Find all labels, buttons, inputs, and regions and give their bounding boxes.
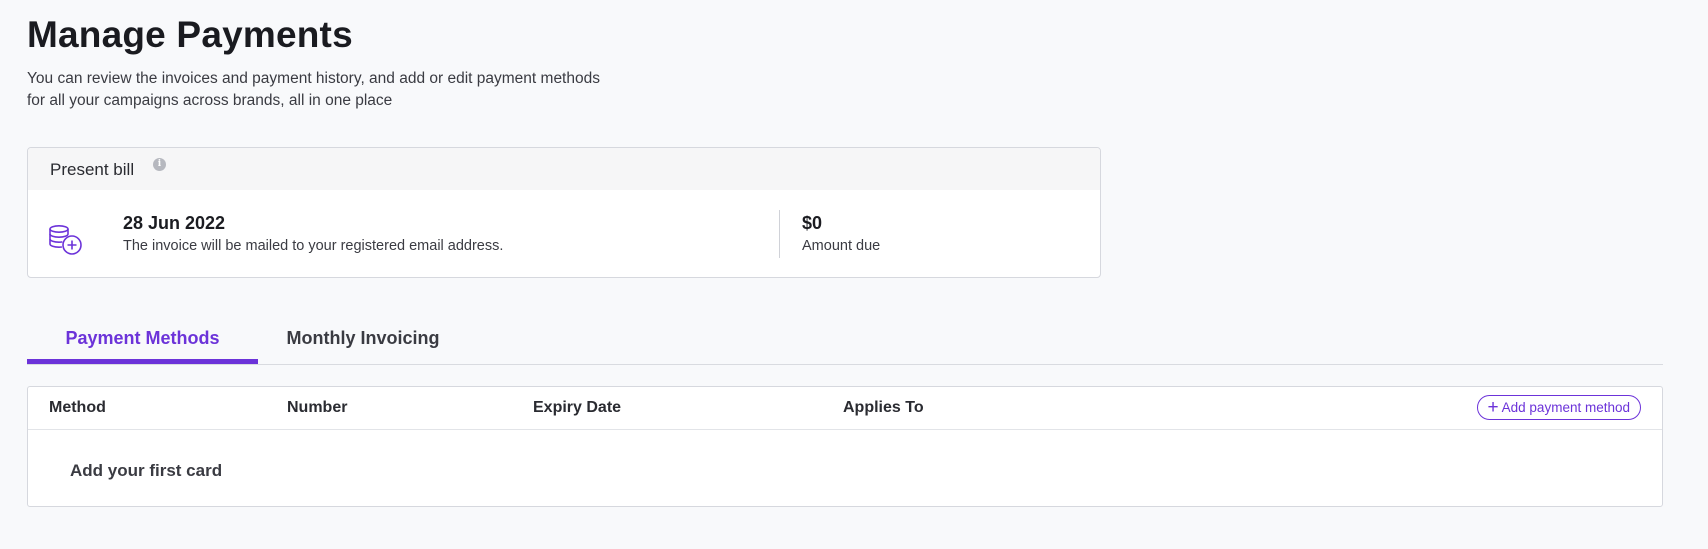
amount-due-value: $0 xyxy=(802,213,823,233)
column-header-applies-to: Applies To xyxy=(843,399,924,416)
add-payment-method-button[interactable]: + Add payment method xyxy=(1476,395,1641,420)
coins-add-icon xyxy=(49,224,82,255)
table-header: Method Number Expiry Date Applies To + A… xyxy=(28,387,1662,430)
plus-icon: + xyxy=(1487,397,1499,418)
page-subtitle-line-2: for all your campaigns across brands, al… xyxy=(27,91,393,109)
page-subtitle-line-1: You can review the invoices and payment … xyxy=(27,70,600,87)
column-header-method: Method xyxy=(49,399,106,416)
tab-payment-methods[interactable]: Payment Methods xyxy=(27,318,258,364)
present-bill-card: Present bill i 28 Jun 2022 The invoice w… xyxy=(27,147,1101,278)
column-header-expiry-date: Expiry Date xyxy=(533,399,622,416)
present-bill-title: Present bill xyxy=(50,160,135,179)
tab-monthly-invoicing[interactable]: Monthly Invoicing xyxy=(272,318,454,364)
bill-date: 28 Jun 2022 xyxy=(123,213,226,233)
empty-state-text[interactable]: Add your first card xyxy=(70,461,222,481)
payment-tabs: Payment Methods Monthly Invoicing xyxy=(27,318,1663,365)
page-title: Manage Payments xyxy=(27,14,353,55)
info-icon[interactable]: i xyxy=(153,158,166,171)
column-header-number: Number xyxy=(287,399,348,416)
bill-divider xyxy=(779,210,780,258)
amount-due-label: Amount due xyxy=(802,238,881,254)
present-bill-header: Present bill i xyxy=(28,148,1100,190)
bill-note: The invoice will be mailed to your regis… xyxy=(123,238,504,254)
page-subtitle: You can review the invoices and payment … xyxy=(27,68,727,111)
payment-methods-table: Method Number Expiry Date Applies To + A… xyxy=(27,386,1663,507)
add-payment-method-label: Add payment method xyxy=(1501,400,1630,415)
